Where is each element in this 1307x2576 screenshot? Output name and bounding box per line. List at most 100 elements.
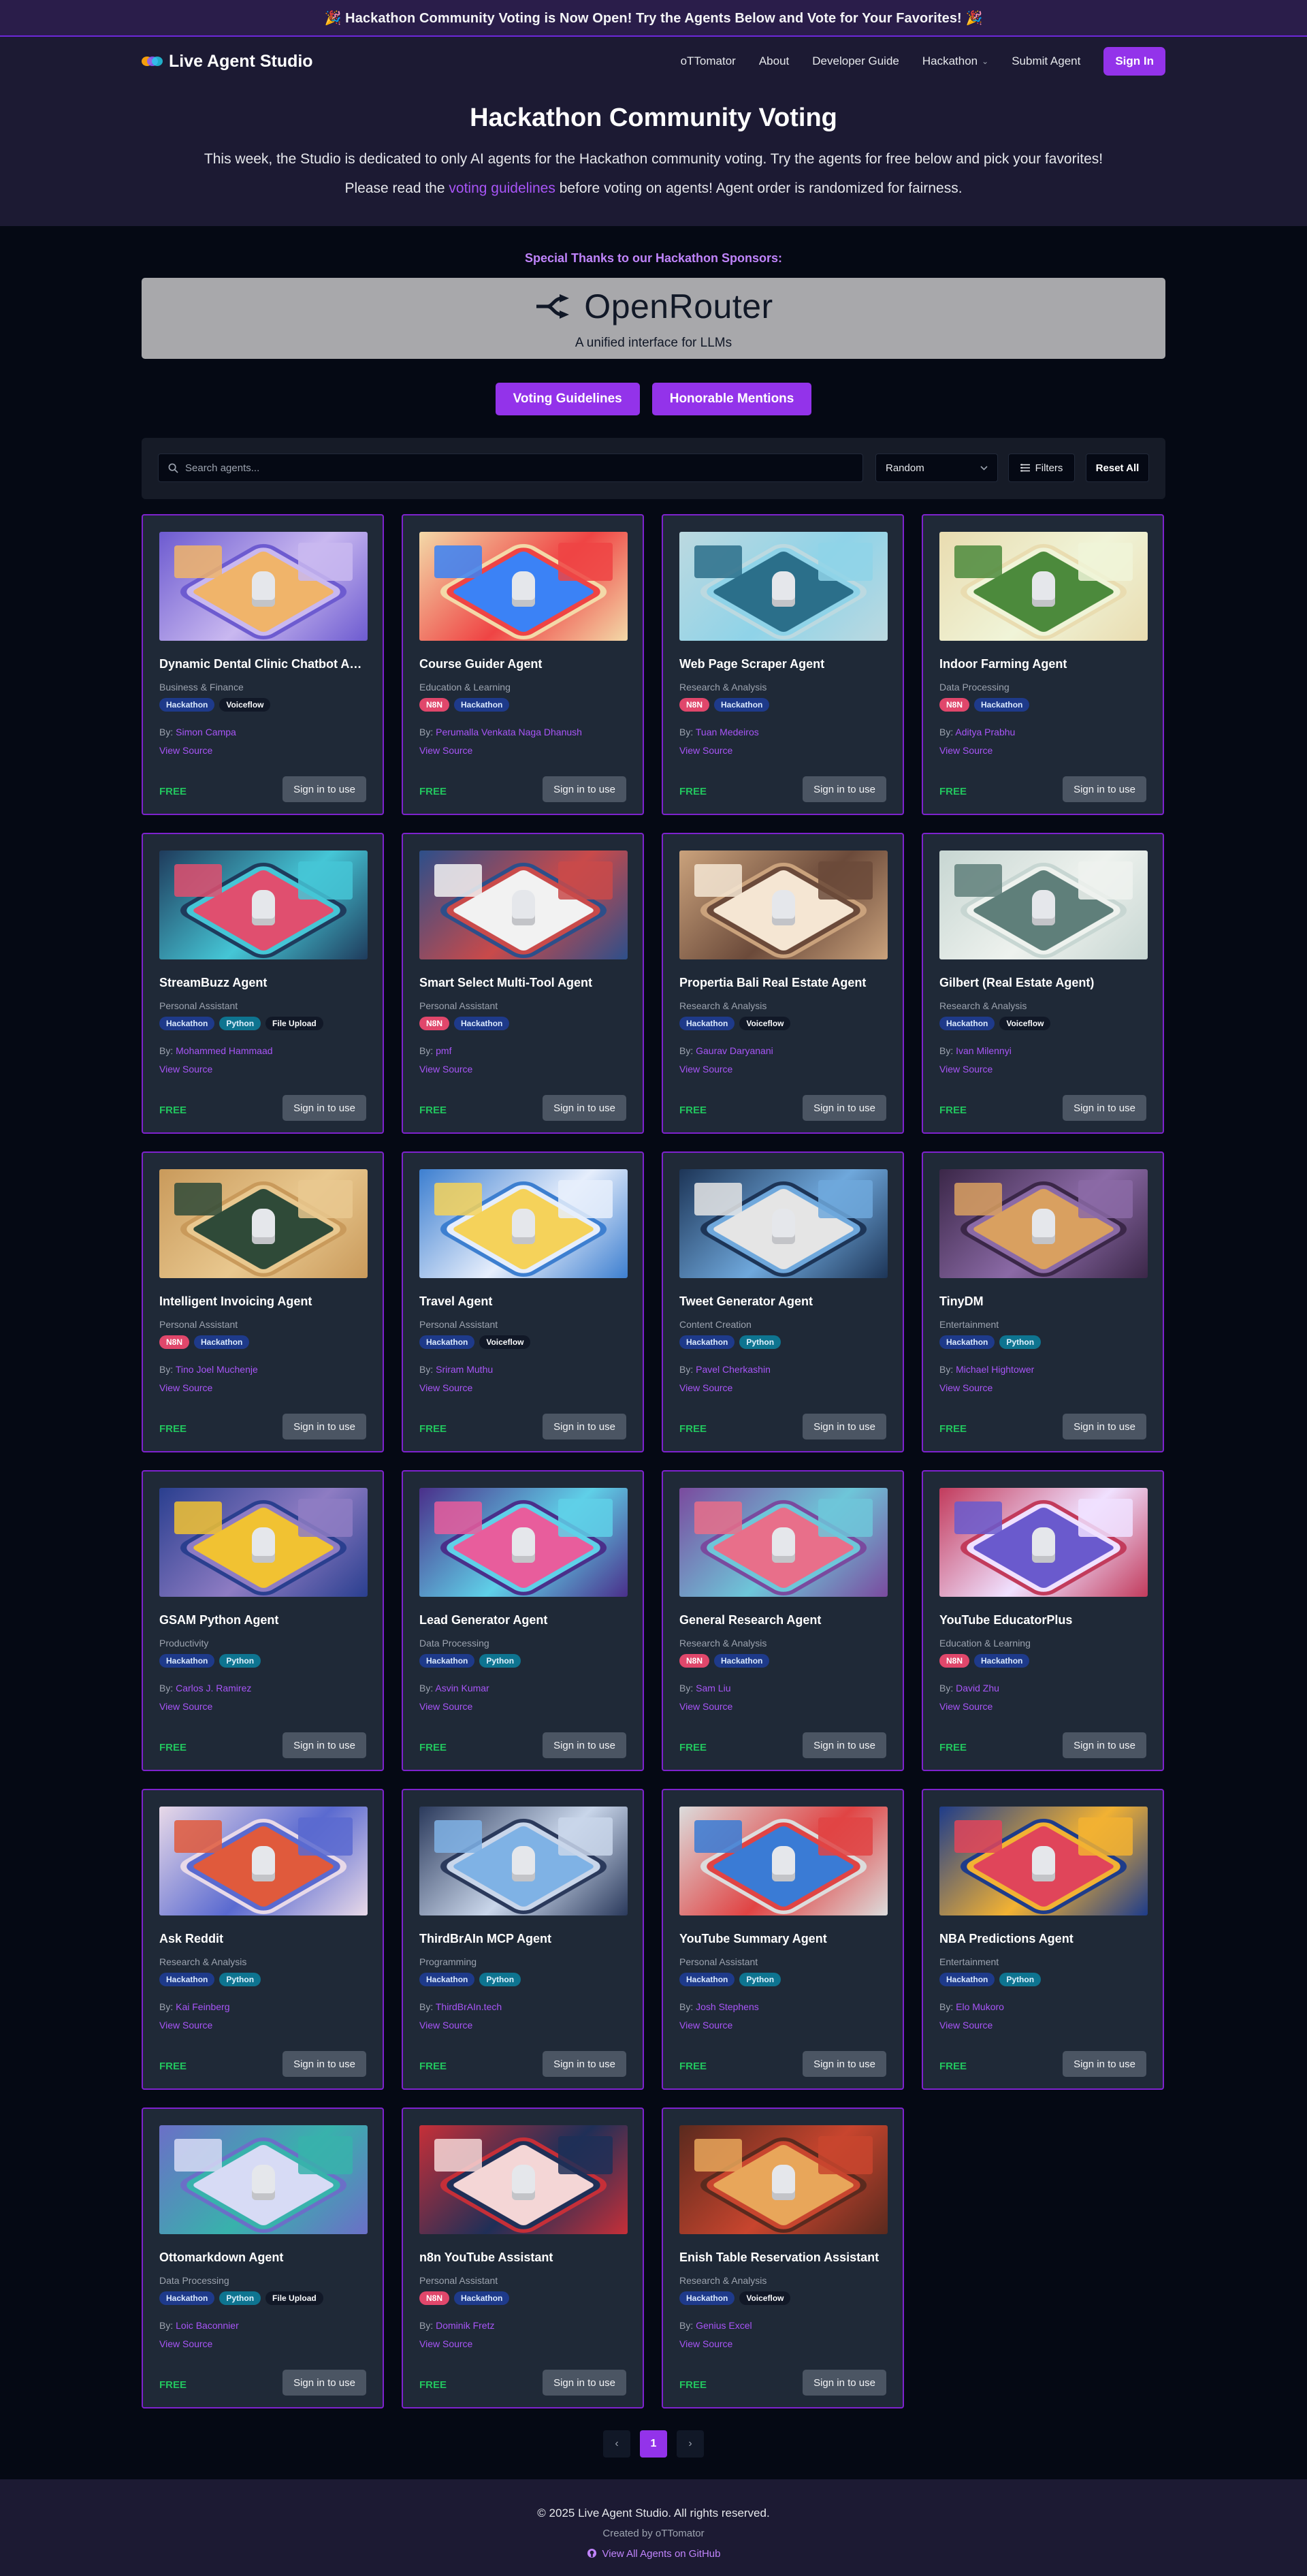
view-source-link[interactable]: View Source [679,745,732,756]
agent-thumbnail[interactable] [939,1488,1148,1597]
sign-in-to-use-button[interactable]: Sign in to use [543,1095,626,1121]
agent-thumbnail[interactable] [679,2125,888,2234]
agent-thumbnail[interactable] [419,532,628,641]
view-source-link[interactable]: View Source [939,745,993,756]
sign-in-to-use-button[interactable]: Sign in to use [283,2370,366,2396]
github-link[interactable]: View All Agents on GitHub [0,2548,1307,2560]
author-link[interactable]: Ivan Milennyi [956,1045,1012,1056]
author-link[interactable]: Carlos J. Ramirez [176,1683,251,1694]
honorable-mentions-button[interactable]: Honorable Mentions [651,383,812,415]
nav-link-hackathon[interactable]: Hackathon ⌄ [922,54,988,68]
nav-link-about[interactable]: About [759,54,789,68]
author-link[interactable]: Asvin Kumar [435,1683,489,1694]
agent-thumbnail[interactable] [939,1169,1148,1278]
view-source-link[interactable]: View Source [159,1382,212,1393]
agent-thumbnail[interactable] [679,1169,888,1278]
agent-thumbnail[interactable] [419,2125,628,2234]
author-link[interactable]: Perumalla Venkata Naga Dhanush [436,727,582,737]
agent-thumbnail[interactable] [939,532,1148,641]
agent-thumbnail[interactable] [419,1488,628,1597]
sign-in-to-use-button[interactable]: Sign in to use [1063,2051,1146,2077]
author-link[interactable]: Simon Campa [176,727,236,737]
nav-link-submit-agent[interactable]: Submit Agent [1012,54,1080,68]
author-link[interactable]: Sriram Muthu [436,1364,493,1375]
sign-in-button[interactable]: Sign In [1103,47,1165,76]
view-source-link[interactable]: View Source [159,745,212,756]
sign-in-to-use-button[interactable]: Sign in to use [283,2051,366,2077]
agent-thumbnail[interactable] [419,850,628,959]
author-link[interactable]: Elo Mukoro [956,2001,1004,2012]
view-source-link[interactable]: View Source [679,1382,732,1393]
author-link[interactable]: Genius Excel [696,2320,752,2331]
agent-thumbnail[interactable] [159,1488,368,1597]
view-source-link[interactable]: View Source [159,1701,212,1712]
agent-thumbnail[interactable] [419,1169,628,1278]
author-link[interactable]: Gaurav Daryanani [696,1045,773,1056]
agent-thumbnail[interactable] [159,532,368,641]
sign-in-to-use-button[interactable]: Sign in to use [283,1414,366,1440]
agent-thumbnail[interactable] [679,850,888,959]
author-link[interactable]: Sam Liu [696,1683,730,1694]
sign-in-to-use-button[interactable]: Sign in to use [803,2370,886,2396]
author-link[interactable]: David Zhu [956,1683,999,1694]
sign-in-to-use-button[interactable]: Sign in to use [543,1732,626,1758]
sign-in-to-use-button[interactable]: Sign in to use [1063,1414,1146,1440]
page-button-current[interactable]: 1 [640,2430,667,2458]
agent-thumbnail[interactable] [939,1807,1148,1915]
view-source-link[interactable]: View Source [939,1064,993,1075]
agent-thumbnail[interactable] [159,1169,368,1278]
filters-button[interactable]: Filters [1008,454,1075,482]
author-link[interactable]: Aditya Prabhu [955,727,1015,737]
agent-thumbnail[interactable] [159,2125,368,2234]
agent-thumbnail[interactable] [679,1807,888,1915]
author-link[interactable]: Pavel Cherkashin [696,1364,771,1375]
sign-in-to-use-button[interactable]: Sign in to use [803,1732,886,1758]
sign-in-to-use-button[interactable]: Sign in to use [283,776,366,802]
view-source-link[interactable]: View Source [679,2338,732,2349]
sign-in-to-use-button[interactable]: Sign in to use [283,1732,366,1758]
sign-in-to-use-button[interactable]: Sign in to use [543,776,626,802]
author-link[interactable]: Kai Feinberg [176,2001,229,2012]
sign-in-to-use-button[interactable]: Sign in to use [543,1414,626,1440]
sign-in-to-use-button[interactable]: Sign in to use [283,1095,366,1121]
sign-in-to-use-button[interactable]: Sign in to use [1063,1095,1146,1121]
author-link[interactable]: Tuan Medeiros [696,727,759,737]
search-input[interactable]: Search agents... [158,454,863,482]
sign-in-to-use-button[interactable]: Sign in to use [543,2051,626,2077]
agent-thumbnail[interactable] [419,1807,628,1915]
agent-thumbnail[interactable] [159,850,368,959]
view-source-link[interactable]: View Source [419,2020,472,2031]
author-link[interactable]: Loic Baconnier [176,2320,239,2331]
author-link[interactable]: Josh Stephens [696,2001,759,2012]
author-link[interactable]: pmf [436,1045,451,1056]
nav-link-developer-guide[interactable]: Developer Guide [812,54,899,68]
view-source-link[interactable]: View Source [419,1382,472,1393]
view-source-link[interactable]: View Source [419,1701,472,1712]
view-source-link[interactable]: View Source [679,2020,732,2031]
brand[interactable]: Live Agent Studio [142,52,313,71]
reset-all-button[interactable]: Reset All [1086,454,1149,482]
view-source-link[interactable]: View Source [679,1064,732,1075]
view-source-link[interactable]: View Source [939,1701,993,1712]
view-source-link[interactable]: View Source [419,745,472,756]
author-link[interactable]: Michael Hightower [956,1364,1034,1375]
view-source-link[interactable]: View Source [939,1382,993,1393]
sign-in-to-use-button[interactable]: Sign in to use [803,1414,886,1440]
view-source-link[interactable]: View Source [419,2338,472,2349]
sort-select[interactable]: Random [875,454,998,482]
view-source-link[interactable]: View Source [159,2020,212,2031]
agent-thumbnail[interactable] [679,1488,888,1597]
agent-thumbnail[interactable] [679,532,888,641]
agent-thumbnail[interactable] [159,1807,368,1915]
sponsor-banner[interactable]: OpenRouter A unified interface for LLMs [142,278,1165,359]
agent-thumbnail[interactable] [939,850,1148,959]
sign-in-to-use-button[interactable]: Sign in to use [1063,776,1146,802]
sign-in-to-use-button[interactable]: Sign in to use [803,776,886,802]
voting-guidelines-link[interactable]: voting guidelines [449,180,555,196]
sign-in-to-use-button[interactable]: Sign in to use [543,2370,626,2396]
sign-in-to-use-button[interactable]: Sign in to use [803,1095,886,1121]
prev-page-button[interactable]: ‹ [603,2430,630,2458]
sign-in-to-use-button[interactable]: Sign in to use [1063,1732,1146,1758]
nav-link-ottomator[interactable]: oTTomator [681,54,736,68]
voting-guidelines-button[interactable]: Voting Guidelines [495,383,640,415]
